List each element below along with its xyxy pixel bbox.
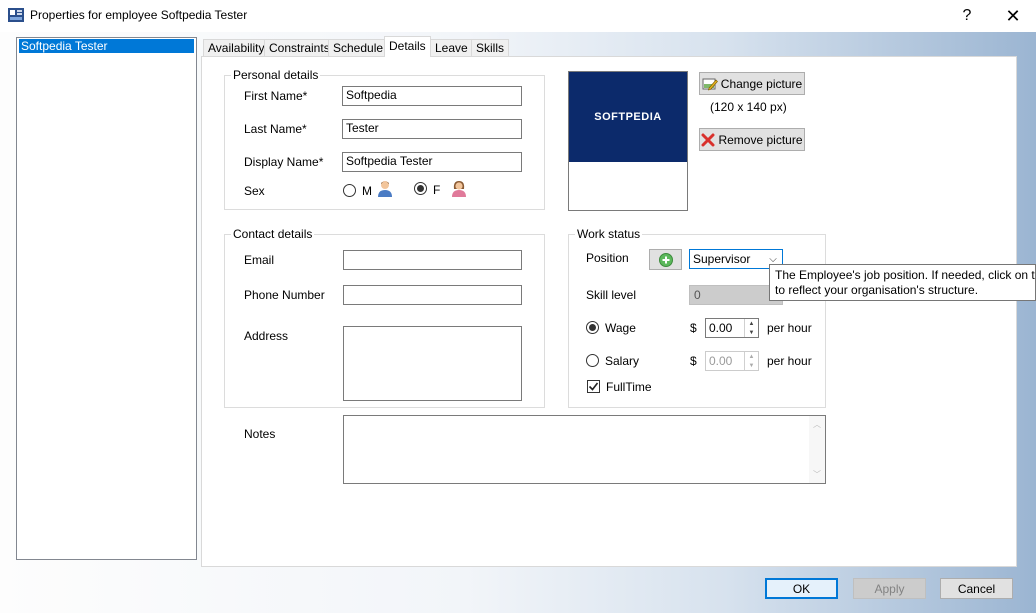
notes-label: Notes	[244, 427, 276, 441]
email-field[interactable]	[343, 250, 522, 270]
work-status-title: Work status	[575, 227, 643, 241]
fulltime-checkbox[interactable]	[587, 380, 600, 393]
logo-text: SOFTPEDIA	[594, 111, 662, 123]
position-select-value: Supervisor	[693, 252, 751, 266]
tab-skills[interactable]: Skills	[471, 39, 510, 57]
position-tooltip: The Employee's job position. If needed, …	[769, 264, 1036, 301]
last-name-label: Last Name*	[244, 122, 307, 136]
apply-button[interactable]: Apply	[853, 578, 926, 599]
skill-level-label: Skill level	[586, 288, 637, 302]
female-person-icon	[451, 180, 467, 201]
remove-picture-label: Remove picture	[718, 132, 803, 147]
cancel-button[interactable]: Cancel	[940, 578, 1013, 599]
close-icon: ✕	[1005, 5, 1021, 26]
chevron-down-icon: ⌵	[769, 253, 777, 265]
tab-schedule[interactable]: Schedule	[328, 39, 389, 57]
sex-f-radio[interactable]	[414, 182, 427, 195]
sex-label: Sex	[244, 184, 265, 198]
scroll-down-icon[interactable]: ﹀	[813, 466, 821, 483]
wage-radio[interactable]	[586, 321, 599, 334]
tooltip-line-2: to reflect your organisation's structure…	[775, 283, 979, 297]
wage-unit: per hour	[767, 321, 812, 335]
salary-radio[interactable]	[586, 354, 599, 367]
salary-unit: per hour	[767, 354, 812, 368]
salary-currency: $	[690, 354, 697, 368]
employee-list-item[interactable]: Softpedia Tester	[19, 39, 194, 53]
address-label: Address	[244, 329, 289, 343]
tab-availability[interactable]: Availability	[203, 39, 270, 57]
phone-field[interactable]	[343, 285, 522, 305]
wage-spin-arrows-icon[interactable]: ▲ ▼	[744, 319, 758, 337]
add-position-button[interactable]	[649, 249, 682, 270]
first-name-field[interactable]: Softpedia	[342, 86, 522, 106]
remove-x-icon	[701, 133, 715, 146]
tab-details[interactable]: Details	[384, 36, 431, 57]
salary-spin-arrows-icon[interactable]: ▲ ▼	[744, 352, 758, 370]
window-title: Properties for employee Softpedia Tester	[30, 8, 248, 22]
ok-button[interactable]: OK	[765, 578, 838, 599]
edit-picture-icon	[702, 78, 718, 90]
email-label: Email	[244, 253, 275, 267]
position-label: Position	[586, 251, 629, 265]
checkmark-icon	[588, 382, 599, 391]
tooltip-line-1: The Employee's job position. If needed, …	[775, 268, 1035, 282]
sex-f-label: F	[433, 183, 441, 197]
employee-list[interactable]: Softpedia Tester	[16, 37, 197, 560]
add-plus-icon	[658, 252, 673, 267]
first-name-label: First Name*	[244, 89, 308, 103]
picture-size-hint: (120 x 140 px)	[710, 100, 787, 114]
tab-constraints[interactable]: Constraints	[264, 39, 335, 57]
employee-picture: SOFTPEDIA	[568, 71, 688, 211]
notes-scrollbar[interactable]: ︿ ﹀	[809, 416, 825, 483]
remove-picture-button[interactable]: Remove picture	[699, 128, 805, 151]
salary-value: 0.00	[709, 354, 733, 368]
skill-level-value: 0	[694, 288, 701, 302]
sex-m-radio[interactable]	[343, 184, 356, 197]
tab-leave[interactable]: Leave	[430, 39, 473, 57]
wage-stepper[interactable]: 0.00 ▲ ▼	[705, 318, 759, 338]
male-person-icon	[377, 180, 393, 201]
close-button[interactable]: ✕	[990, 0, 1036, 32]
change-picture-button[interactable]: Change picture	[699, 72, 805, 95]
personal-details-title: Personal details	[231, 68, 321, 82]
salary-stepper[interactable]: 0.00 ▲ ▼	[705, 351, 759, 371]
display-name-field[interactable]: Softpedia Tester	[342, 152, 522, 172]
wage-value: 0.00	[709, 321, 733, 335]
salary-label: Salary	[605, 354, 640, 368]
notes-value	[344, 417, 347, 431]
change-picture-label: Change picture	[720, 76, 803, 91]
wage-currency: $	[690, 321, 697, 335]
sex-m-label: M	[362, 184, 372, 198]
app-icon	[8, 7, 24, 23]
address-field[interactable]	[343, 326, 522, 401]
wage-label: Wage	[605, 321, 636, 335]
help-button[interactable]: ?	[944, 0, 990, 32]
scroll-up-icon[interactable]: ︿	[813, 416, 821, 433]
last-name-field[interactable]: Tester	[342, 119, 522, 139]
softpedia-logo: SOFTPEDIA	[569, 72, 687, 162]
fulltime-label: FullTime	[606, 380, 652, 394]
notes-field[interactable]: ︿ ﹀	[343, 415, 826, 484]
display-name-label: Display Name*	[244, 155, 324, 169]
phone-label: Phone Number	[244, 288, 325, 302]
contact-details-title: Contact details	[231, 227, 315, 241]
